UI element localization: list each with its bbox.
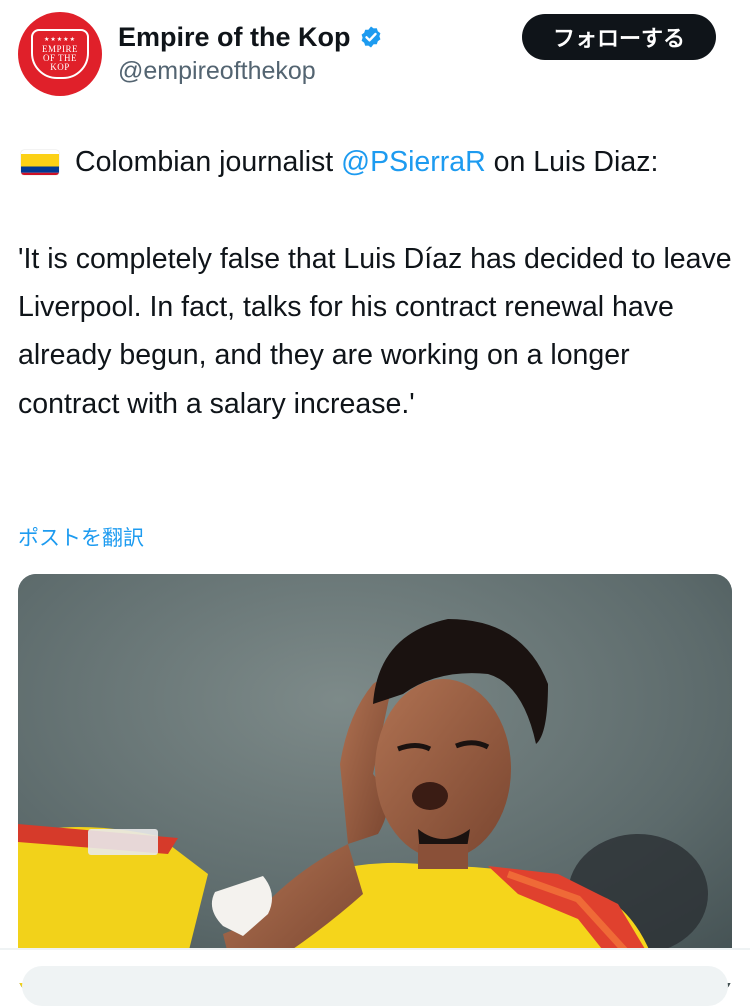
tweet-media-photo[interactable] xyxy=(18,574,732,994)
mention-link[interactable]: @PSierraR xyxy=(341,142,486,182)
author-name[interactable]: Empire of the Kop xyxy=(118,20,383,54)
follow-button[interactable]: フォローする xyxy=(522,14,716,60)
avatar[interactable]: ★★★★★ EMPIRE OF THE KOP xyxy=(18,12,102,96)
tweet-header: ★★★★★ EMPIRE OF THE KOP Empire of the Ko… xyxy=(0,0,750,100)
translate-post-link[interactable]: ポストを翻訳 xyxy=(18,523,144,553)
intro-suffix: on Luis Diaz: xyxy=(493,146,659,178)
author-handle[interactable]: @empireofthekop xyxy=(118,55,316,87)
player-celebration-image xyxy=(18,574,732,994)
author-name-text: Empire of the Kop xyxy=(118,22,351,52)
tweet-intro-line: Colombian journalist @PSierraR on Luis D… xyxy=(18,142,658,182)
tweet-quote-text: 'It is completely false that Luis Díaz h… xyxy=(18,243,732,420)
reply-input-bar[interactable] xyxy=(22,966,728,1006)
divider xyxy=(0,948,750,950)
verified-badge-icon xyxy=(361,26,380,48)
club-crest-logo: ★★★★★ EMPIRE OF THE KOP xyxy=(31,29,89,79)
colombia-flag-icon xyxy=(21,150,59,175)
intro-text: Colombian journalist xyxy=(75,146,334,178)
